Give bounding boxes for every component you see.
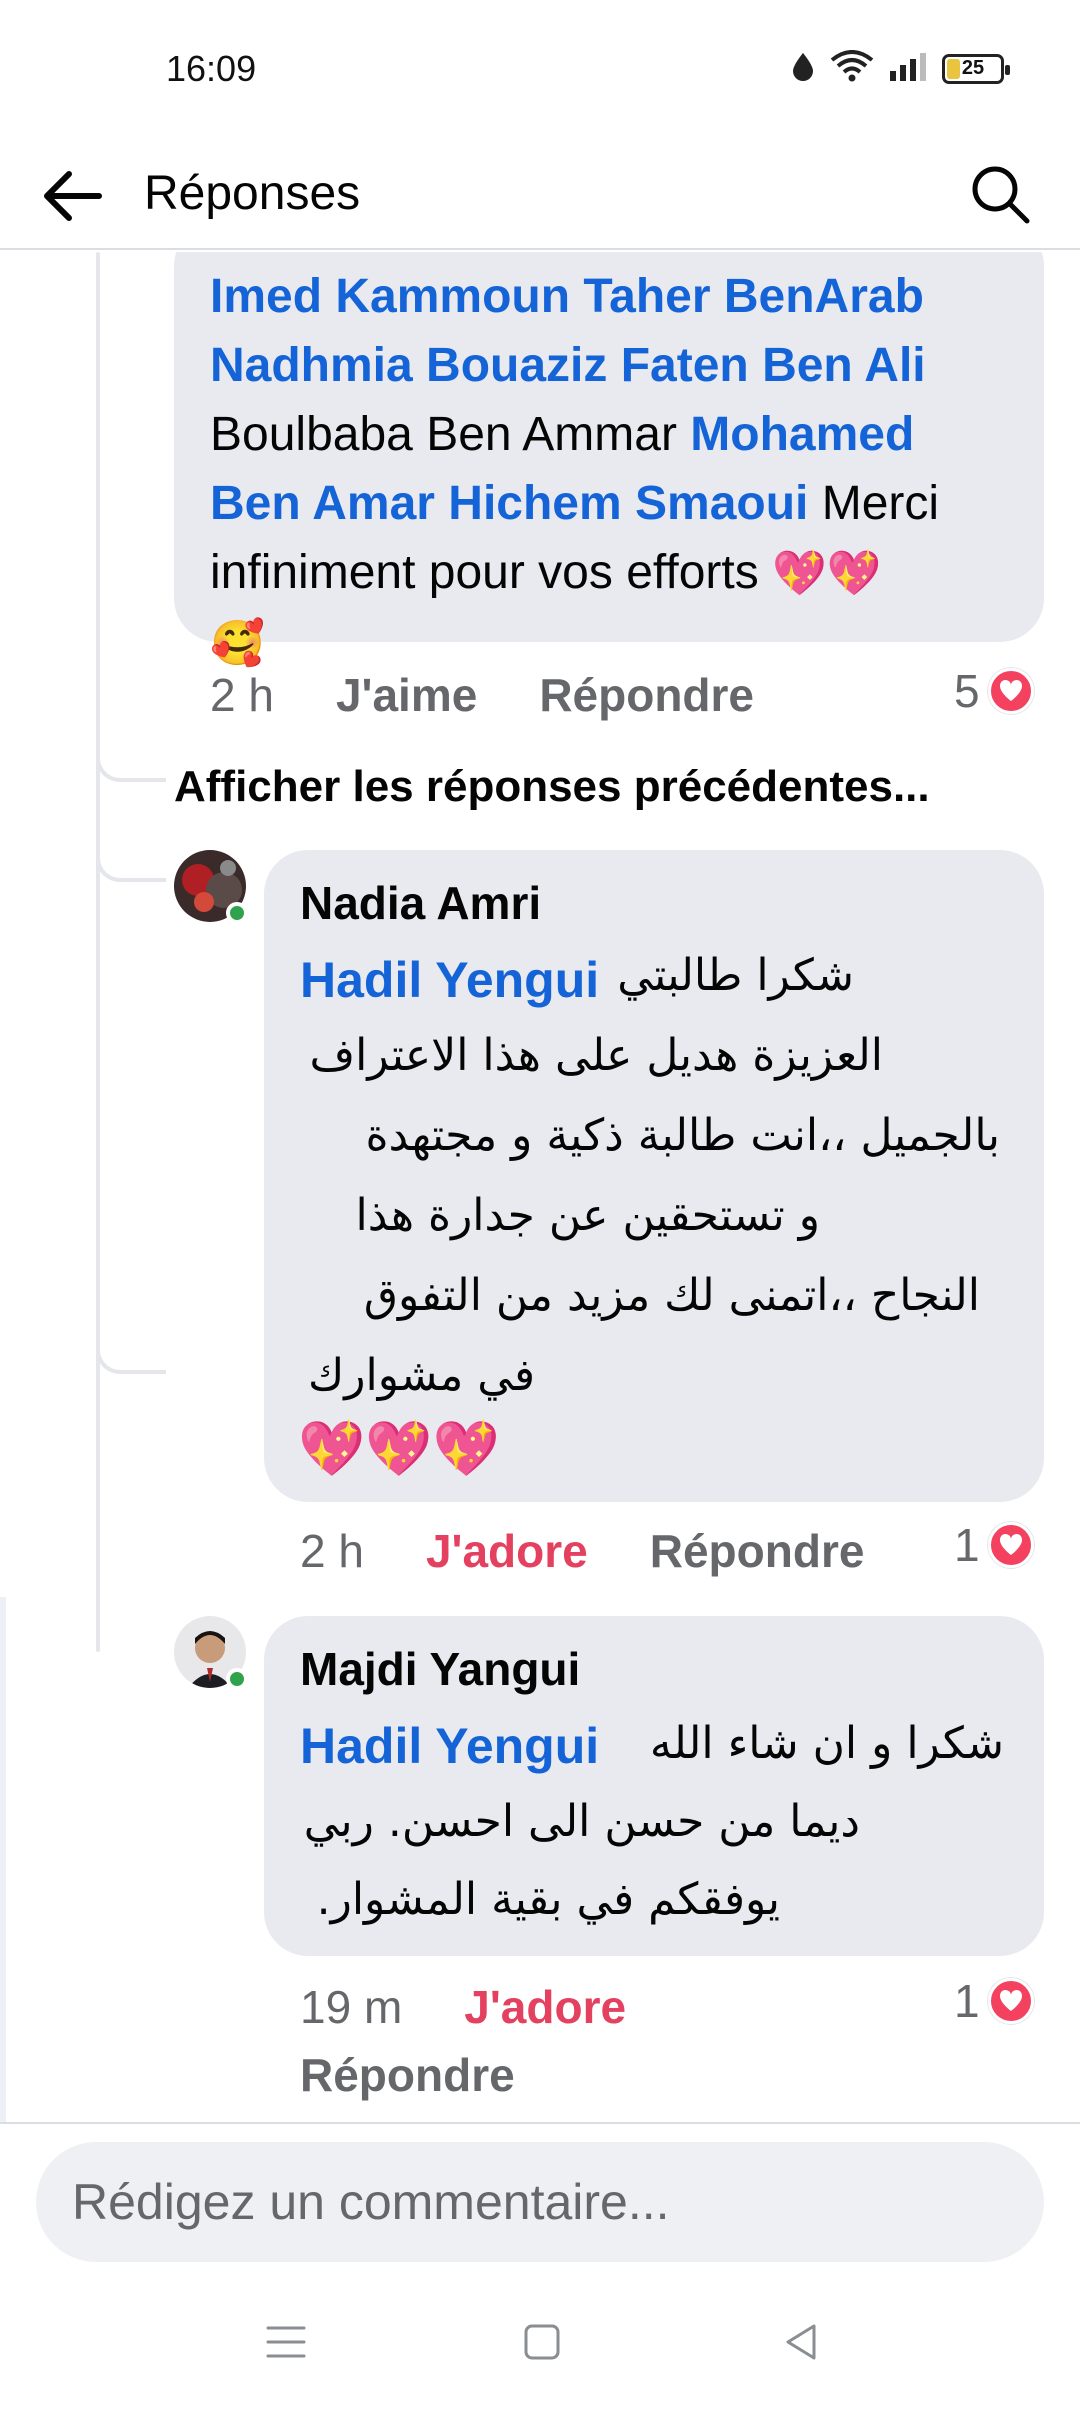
- online-status-icon: [226, 902, 248, 924]
- mention-link[interactable]: Imed Kammoun Taher BenArab: [210, 270, 924, 323]
- avatar[interactable]: [174, 1616, 248, 1690]
- battery-fill: [947, 58, 960, 79]
- replies-list[interactable]: Imed Kammoun Taher BenArab Nadhmia Bouaz…: [0, 252, 1080, 2122]
- back-triangle-icon: [786, 2324, 816, 2360]
- reaction-count: 1: [954, 1975, 980, 2027]
- battery-level: 25: [961, 57, 985, 79]
- sparkling-heart-emoji: 💖💖: [772, 549, 882, 598]
- search-icon: [972, 166, 1030, 224]
- avatar[interactable]: [174, 850, 248, 924]
- comment-text-line: بالجميل ،،انت طالبة ذكية و مجتهدة: [365, 1110, 1000, 1161]
- comment-actions: 19 m J'adore: [300, 1980, 626, 2034]
- reaction-count: 1: [954, 1519, 980, 1571]
- previous-replies-link[interactable]: Afficher les réponses précédentes...: [174, 762, 930, 812]
- thread-line: [96, 252, 100, 1652]
- sparkling-heart-emoji: 💖💖💖: [298, 1419, 500, 1479]
- reply-button[interactable]: Répondre: [300, 2048, 515, 2102]
- comment-text-line: في مشوارك: [308, 1350, 535, 1401]
- comment-text-line: شكرا و ان شاء الله: [649, 1718, 1004, 1769]
- comment-input[interactable]: Rédigez un commentaire...: [36, 2142, 1044, 2262]
- status-icons: 25: [790, 50, 1010, 87]
- comment-text-line: العزيزة هديل على هذا الاعتراف: [309, 1030, 883, 1081]
- comment-text-line: و تستحقين عن جدارة هذا: [355, 1190, 821, 1241]
- comment-actions: 2 h J'aime Répondre: [210, 668, 754, 722]
- search-button[interactable]: [960, 154, 1040, 234]
- adore-button[interactable]: J'adore: [464, 1980, 626, 2034]
- back-button[interactable]: [36, 164, 106, 228]
- comment-time: 2 h: [300, 1525, 364, 1577]
- app-bar: Réponses: [0, 140, 1080, 250]
- reaction-summary[interactable]: 5: [954, 664, 1034, 718]
- reaction-summary[interactable]: 1: [954, 1974, 1034, 2028]
- status-time: 16:09: [166, 48, 257, 89]
- adore-button[interactable]: J'adore: [426, 1524, 588, 1578]
- arrow-left-icon: [44, 171, 102, 221]
- comment-text-line: ديما من حسن الى احسن. ربي: [303, 1796, 860, 1847]
- online-status-icon: [226, 1668, 248, 1690]
- heart-icon: [987, 1978, 1034, 2024]
- wifi-icon: [830, 50, 874, 87]
- menu-button[interactable]: [256, 2312, 316, 2372]
- home-square-icon: [524, 2324, 560, 2360]
- comment-bubble[interactable]: Nadia Amri Hadil Yengui شكرا طالبتي العز…: [264, 850, 1044, 1502]
- comment-text-line: يوفقكم في بقية المشوار.: [316, 1874, 780, 1925]
- comment-text-line: النجاح ،،اتمنى لك مزيد من التفوق: [363, 1270, 980, 1321]
- comment-text-segment: Merci: [808, 477, 940, 530]
- mention-link[interactable]: Hadil Yengui: [300, 1714, 599, 1778]
- thread-connector: [96, 1324, 166, 1374]
- comment-text-segment: Boulbaba Ben Ammar: [210, 408, 691, 461]
- status-bar: 16:09 25: [0, 0, 1080, 140]
- heart-icon: [987, 668, 1034, 714]
- thread-connector: [96, 832, 166, 882]
- comment-text: Imed Kammoun Taher BenArab Nadhmia Bouaz…: [210, 262, 1020, 678]
- smiling-hearts-emoji: 🥰: [210, 619, 265, 668]
- comment-bubble[interactable]: Imed Kammoun Taher BenArab Nadhmia Bouaz…: [174, 252, 1044, 668]
- comment-text-line: شكرا طالبتي: [617, 950, 854, 1001]
- mention-link[interactable]: Nadhmia Bouaziz Faten Ben Ali: [210, 339, 926, 392]
- comment-actions: 2 h J'adore Répondre: [300, 1524, 864, 1578]
- menu-icon: [266, 2326, 306, 2358]
- comment-text-segment: infiniment pour vos efforts: [210, 546, 773, 599]
- system-nav-bar: [0, 2272, 1080, 2412]
- mention-link[interactable]: Mohamed: [690, 408, 914, 461]
- comment-author[interactable]: Majdi Yangui: [300, 1642, 580, 1696]
- reply-button[interactable]: Répondre: [650, 1524, 865, 1578]
- mention-link[interactable]: Ben Amar Hichem Smaoui: [210, 477, 808, 530]
- home-button[interactable]: [512, 2312, 572, 2372]
- comment-bubble[interactable]: Majdi Yangui Hadil Yengui شكرا و ان شاء …: [264, 1616, 1044, 1956]
- reaction-count: 5: [954, 665, 980, 717]
- system-back-button[interactable]: [772, 2312, 832, 2372]
- comment-actions-row2: Répondre: [300, 2048, 515, 2102]
- comment-author[interactable]: Nadia Amri: [300, 876, 541, 930]
- heart-icon: [987, 1522, 1034, 1568]
- reaction-summary[interactable]: 1: [954, 1518, 1034, 1572]
- signal-icon: [888, 51, 928, 86]
- comment-time: 19 m: [300, 1981, 403, 2033]
- thread-connector: [96, 732, 166, 782]
- highlight-edge: [0, 1597, 6, 2122]
- like-button[interactable]: J'aime: [336, 668, 477, 722]
- data-saver-icon: [790, 51, 816, 86]
- reply-button[interactable]: Répondre: [539, 668, 754, 722]
- battery-icon: 25: [942, 53, 1010, 84]
- page-title: Réponses: [144, 167, 361, 220]
- composer-bar: Rédigez un commentaire...: [0, 2122, 1080, 2272]
- comment-time: 2 h: [210, 669, 274, 721]
